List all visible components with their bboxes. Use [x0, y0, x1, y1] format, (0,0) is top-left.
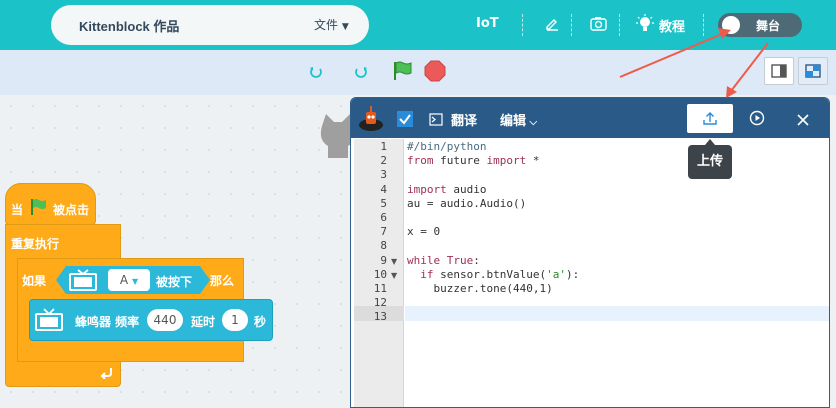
annotation-arrows	[619, 28, 769, 98]
annotation-arrow	[619, 28, 731, 78]
annotation-arrow	[726, 42, 769, 98]
